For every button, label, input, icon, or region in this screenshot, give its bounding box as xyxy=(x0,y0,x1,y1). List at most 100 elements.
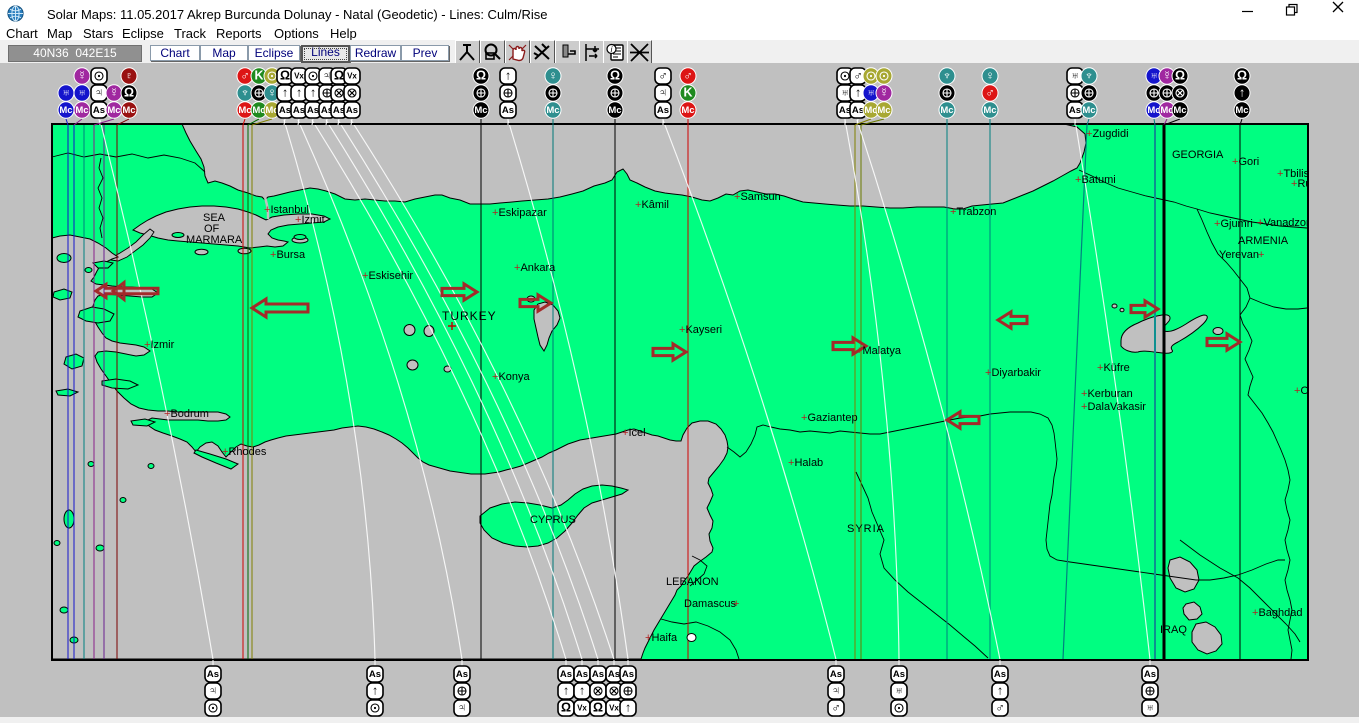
svg-text:+Baghdad: +Baghdad xyxy=(1252,607,1302,619)
svg-text:+Izmir: +Izmir xyxy=(144,339,175,351)
svg-text:♃: ♃ xyxy=(208,683,217,697)
svg-text:+Kayseri: +Kayseri xyxy=(679,324,722,336)
svg-text:TURKEY: TURKEY xyxy=(442,309,497,323)
svg-text:Mc: Mc xyxy=(122,105,135,116)
svg-text:As: As xyxy=(830,669,842,680)
svg-text:+: + xyxy=(1258,249,1264,261)
svg-text:♅: ♅ xyxy=(1070,68,1079,82)
svg-text:As: As xyxy=(657,105,669,116)
svg-text:+Vanadzor: +Vanadzor xyxy=(1257,217,1310,229)
svg-text:♆: ♆ xyxy=(942,68,951,82)
svg-text:Vx: Vx xyxy=(609,704,619,713)
svg-text:☿: ☿ xyxy=(879,85,888,99)
svg-text:↑: ↑ xyxy=(372,683,378,697)
svg-text:Ω: Ω xyxy=(561,700,571,714)
svg-text:Ω: Ω xyxy=(1237,68,1247,82)
svg-text:+Gaziantep: +Gaziantep xyxy=(801,412,858,424)
svg-text:As: As xyxy=(893,669,905,680)
svg-text:Ω: Ω xyxy=(1175,68,1185,82)
svg-text:♂: ♂ xyxy=(831,700,840,714)
svg-text:K: K xyxy=(254,68,263,82)
svg-text:♃: ♃ xyxy=(831,683,840,697)
svg-text:↑: ↑ xyxy=(855,85,861,99)
svg-text:Mc: Mc xyxy=(1082,105,1095,116)
svg-text:As: As xyxy=(608,669,620,680)
svg-text:+Kâmil: +Kâmil xyxy=(635,199,669,211)
svg-text:Ω: Ω xyxy=(476,68,486,82)
svg-text:+DalaVakasir: +DalaVakasir xyxy=(1081,401,1146,413)
svg-text:Ω: Ω xyxy=(124,85,134,99)
svg-text:As: As xyxy=(1069,105,1081,116)
svg-text:♅: ♅ xyxy=(61,85,70,99)
svg-text:♀: ♀ xyxy=(985,68,994,82)
svg-text:Mc: Mc xyxy=(1235,105,1248,116)
svg-text:Mc: Mc xyxy=(546,105,559,116)
svg-text:As: As xyxy=(622,669,634,680)
svg-text:+Trabzon: +Trabzon xyxy=(950,206,996,218)
svg-text:Mc: Mc xyxy=(238,105,251,116)
svg-text:Yerevan: Yerevan xyxy=(1219,249,1259,261)
svg-text:ARMENIA: ARMENIA xyxy=(1238,235,1289,247)
svg-text:☿: ☿ xyxy=(109,85,118,99)
svg-text:Ω: Ω xyxy=(610,68,620,82)
svg-text:LEBANON: LEBANON xyxy=(666,576,719,588)
svg-text:As: As xyxy=(560,669,572,680)
svg-text:♅: ♅ xyxy=(1149,68,1158,82)
svg-text:+Kerburan: +Kerburan xyxy=(1081,388,1133,400)
svg-text:CYPRUS: CYPRUS xyxy=(530,514,576,526)
svg-text:+Izmit: +Izmit xyxy=(295,214,325,226)
svg-text:↑: ↑ xyxy=(505,68,511,82)
svg-text:As: As xyxy=(207,669,219,680)
svg-text:+Haifa: +Haifa xyxy=(645,632,678,644)
svg-text:As: As xyxy=(1144,669,1156,680)
svg-text:♅: ♅ xyxy=(866,85,875,99)
svg-text:Mc: Mc xyxy=(107,105,120,116)
svg-text:+Samsun: +Samsun xyxy=(734,191,781,203)
svg-text:Mc: Mc xyxy=(983,105,996,116)
svg-text:Mc: Mc xyxy=(877,105,890,116)
svg-text:IRAQ: IRAQ xyxy=(1160,624,1187,636)
svg-text:Ω: Ω xyxy=(593,700,603,714)
svg-text:↑: ↑ xyxy=(296,85,302,99)
svg-text:As: As xyxy=(307,105,319,116)
svg-text:+Halab: +Halab xyxy=(788,457,823,469)
svg-text:♂: ♂ xyxy=(985,85,994,99)
svg-text:K: K xyxy=(683,85,692,99)
svg-text:Ω: Ω xyxy=(280,68,290,82)
svg-text:↑: ↑ xyxy=(563,683,569,697)
svg-text:Vx: Vx xyxy=(347,72,357,81)
svg-text:Vx: Vx xyxy=(294,72,304,81)
svg-text:Mc: Mc xyxy=(75,105,88,116)
svg-text:As: As xyxy=(279,105,291,116)
svg-text:Ω: Ω xyxy=(334,68,344,82)
svg-text:♆: ♆ xyxy=(240,85,249,99)
svg-text:♀: ♀ xyxy=(267,85,276,99)
svg-text:♀: ♀ xyxy=(548,68,557,82)
svg-text:☿: ☿ xyxy=(1162,68,1171,82)
svg-text:Mc: Mc xyxy=(1173,105,1186,116)
svg-text:♂: ♂ xyxy=(853,68,862,82)
svg-text:As: As xyxy=(502,105,514,116)
svg-text:GEORGIA: GEORGIA xyxy=(1172,149,1224,161)
svg-text:↑: ↑ xyxy=(997,683,1003,697)
svg-text:♃: ♃ xyxy=(658,85,667,99)
svg-text:+Batumi: +Batumi xyxy=(1075,174,1116,186)
svg-text:+Ankara: +Ankara xyxy=(514,262,556,274)
svg-text:As: As xyxy=(576,669,588,680)
svg-text:♅: ♅ xyxy=(840,85,849,99)
svg-text:As: As xyxy=(994,669,1006,680)
svg-text:♂: ♂ xyxy=(683,68,692,82)
svg-text:+Küfre: +Küfre xyxy=(1097,362,1130,374)
svg-text:+Eskisehir: +Eskisehir xyxy=(362,270,413,282)
svg-text:As: As xyxy=(93,105,105,116)
svg-text:♅: ♅ xyxy=(894,683,903,697)
svg-text:As: As xyxy=(592,669,604,680)
svg-text:↑: ↑ xyxy=(1239,85,1245,99)
svg-text:↑: ↑ xyxy=(625,700,631,714)
svg-text:+Zugdidi: +Zugdidi xyxy=(1086,128,1129,140)
svg-text:+Icel: +Icel xyxy=(622,427,646,439)
svg-text:i: i xyxy=(611,45,613,54)
svg-text:+Malatya: +Malatya xyxy=(856,345,902,357)
svg-text:SYRIA: SYRIA xyxy=(847,523,885,535)
svg-text:As: As xyxy=(369,669,381,680)
